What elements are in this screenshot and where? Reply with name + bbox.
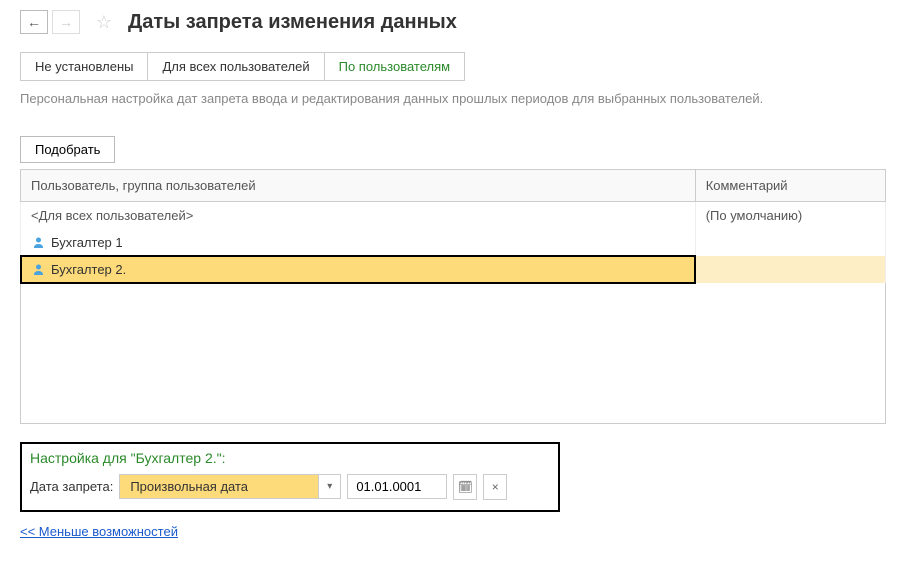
tab-bar: Не установлены Для всех пользователей По… (20, 52, 465, 81)
nav-forward-button[interactable]: → (52, 10, 80, 34)
less-options-link[interactable]: << Меньше возможностей (20, 524, 178, 539)
star-icon: ☆ (96, 12, 112, 33)
select-button[interactable]: Подобрать (20, 136, 115, 163)
calendar-icon: 🗓 (458, 480, 473, 494)
column-header-user[interactable]: Пользователь, группа пользователей (21, 170, 696, 202)
arrow-left-icon: ← (27, 14, 41, 30)
comment-cell: (По умолчанию) (695, 202, 885, 230)
nav-back-button[interactable]: ← (20, 10, 48, 34)
user-cell: Бухгалтер 2. (21, 256, 696, 283)
clear-date-button[interactable]: × (483, 474, 507, 500)
date-picker-button[interactable]: 🗓 (453, 474, 477, 500)
table-row[interactable]: Бухгалтер 2. (21, 256, 886, 283)
favorite-button[interactable]: ☆ (90, 10, 118, 34)
user-cell: Бухгалтер 1 (21, 229, 696, 256)
tab-all-users[interactable]: Для всех пользователей (148, 53, 324, 80)
user-label: Бухгалтер 2. (51, 262, 126, 277)
comment-cell (695, 229, 885, 256)
date-input[interactable] (347, 474, 447, 499)
config-panel: Настройка для "Бухгалтер 2.": Дата запре… (20, 442, 560, 512)
arrow-right-icon: → (59, 14, 73, 30)
description-text: Персональная настройка дат запрета ввода… (20, 91, 886, 106)
user-label: Бухгалтер 1 (51, 235, 123, 250)
table-row[interactable]: <Для всех пользователей> (По умолчанию) (21, 202, 886, 230)
config-title: Настройка для "Бухгалтер 2.": (30, 450, 550, 466)
comment-cell (695, 256, 885, 283)
user-icon (31, 263, 45, 277)
column-header-comment[interactable]: Комментарий (695, 170, 885, 202)
table-row[interactable]: Бухгалтер 1 (21, 229, 886, 256)
page-title: Даты запрета изменения данных (128, 11, 457, 34)
users-table: Пользователь, группа пользователей Комме… (20, 169, 886, 424)
dropdown-toggle[interactable]: ▾ (319, 474, 341, 499)
date-label: Дата запрета: (30, 479, 113, 494)
user-icon (31, 236, 45, 250)
ban-type-dropdown[interactable]: Произвольная дата ▾ (119, 474, 341, 499)
dropdown-value: Произвольная дата (119, 474, 319, 499)
tab-by-users[interactable]: По пользователям (325, 53, 464, 80)
close-icon: × (492, 480, 499, 494)
user-cell: <Для всех пользователей> (21, 202, 696, 230)
tab-not-set[interactable]: Не установлены (21, 53, 148, 80)
chevron-down-icon: ▾ (327, 481, 332, 492)
